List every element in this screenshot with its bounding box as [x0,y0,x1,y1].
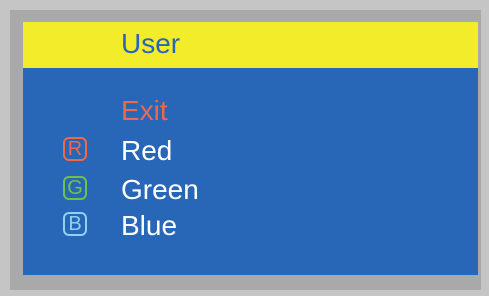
menu-header-selected[interactable]: User [23,22,478,68]
menu-item-blue[interactable]: B Blue [23,208,478,244]
b-badge-icon: B [63,212,87,236]
menu-item-exit[interactable]: Exit [23,93,478,129]
menu-title: User [121,28,181,59]
monitor-frame: User Exit R Red G Green B Blue [10,10,481,290]
menu-item-label: Blue [121,210,178,241]
menu-item-label: Green [121,174,199,205]
r-badge-icon: R [63,137,87,161]
osd-menu: User Exit R Red G Green B Blue [23,22,478,275]
menu-item-label: Exit [121,95,168,126]
menu-item-red[interactable]: R Red [23,133,478,169]
g-badge-icon: G [63,176,87,200]
menu-item-green[interactable]: G Green [23,172,478,208]
menu-item-label: Red [121,135,173,166]
